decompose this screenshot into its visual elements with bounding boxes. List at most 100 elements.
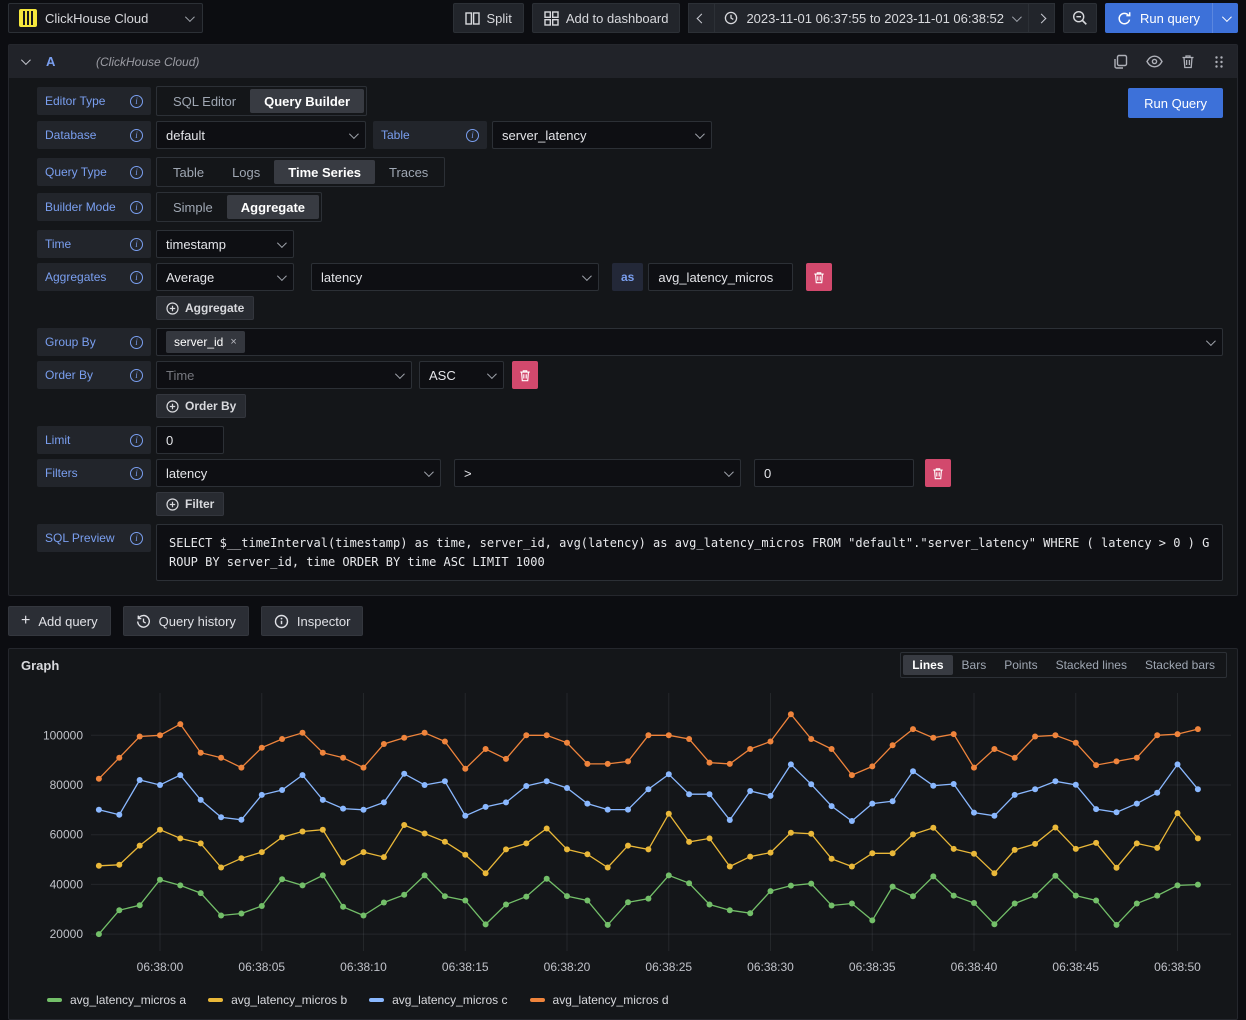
- add-aggregate-button[interactable]: Aggregate: [156, 296, 254, 320]
- order-by-direction-select[interactable]: ASC: [419, 361, 504, 389]
- info-icon[interactable]: i: [130, 336, 143, 349]
- history-icon: [136, 614, 151, 629]
- info-icon[interactable]: i: [130, 271, 143, 284]
- time-series-chart[interactable]: 2000040000600008000010000006:38:0006:38:…: [9, 681, 1237, 986]
- remove-query-button[interactable]: [1181, 54, 1195, 69]
- info-icon[interactable]: i: [466, 129, 479, 142]
- chevron-left-icon: [697, 13, 707, 23]
- add-filter-button[interactable]: Filter: [156, 492, 224, 516]
- graph-style-bars[interactable]: Bars: [953, 655, 996, 675]
- remove-aggregate-button[interactable]: [806, 263, 832, 291]
- query-type-table[interactable]: Table: [159, 160, 218, 184]
- split-button[interactable]: Split: [453, 3, 524, 33]
- table-select[interactable]: server_latency: [492, 121, 712, 149]
- drag-handle[interactable]: [1213, 55, 1225, 69]
- circle-plus-icon: [166, 400, 179, 413]
- remove-filter-button[interactable]: [925, 459, 951, 487]
- builder-mode-row: Builder Modei Simple Aggregate: [37, 192, 1223, 222]
- editor-type-query-builder[interactable]: Query Builder: [250, 89, 364, 113]
- info-icon[interactable]: i: [130, 467, 143, 480]
- query-type-traces[interactable]: Traces: [375, 160, 442, 184]
- editor-type-row: Editor Typei SQL Editor Query Builder: [37, 86, 1223, 116]
- limit-input[interactable]: [156, 426, 224, 454]
- trash-icon: [932, 467, 944, 480]
- add-order-by-button[interactable]: Order By: [156, 394, 246, 418]
- svg-text:06:38:25: 06:38:25: [645, 960, 692, 974]
- time-range-forward-button[interactable]: [1029, 3, 1055, 33]
- query-ref-id[interactable]: A: [46, 54, 86, 69]
- query-row-header[interactable]: A (ClickHouse Cloud): [9, 45, 1237, 78]
- chevron-down-icon: [277, 238, 287, 248]
- svg-text:20000: 20000: [50, 927, 84, 941]
- group-by-select[interactable]: server_id×: [156, 328, 1223, 356]
- add-to-dashboard-button[interactable]: Add to dashboard: [532, 3, 681, 33]
- svg-text:06:38:30: 06:38:30: [747, 960, 794, 974]
- info-icon[interactable]: i: [130, 166, 143, 179]
- graph-style-stacked-lines[interactable]: Stacked lines: [1047, 655, 1136, 675]
- legend-swatch: [369, 998, 384, 1002]
- query-history-button[interactable]: Query history: [123, 606, 249, 636]
- info-icon[interactable]: i: [130, 434, 143, 447]
- order-by-column-select[interactable]: Time: [156, 361, 412, 389]
- datasource-picker[interactable]: ClickHouse Cloud: [8, 3, 203, 33]
- hide-response-button[interactable]: [1146, 55, 1163, 68]
- query-type-switch: Table Logs Time Series Traces: [156, 157, 445, 187]
- info-circle-icon: [274, 614, 289, 629]
- filter-column-select[interactable]: latency: [156, 459, 441, 487]
- info-icon[interactable]: i: [130, 129, 143, 142]
- time-range-button[interactable]: 2023-11-01 06:37:55 to 2023-11-01 06:38:…: [715, 3, 1029, 33]
- chevron-down-icon: [1012, 12, 1022, 22]
- database-label: Databasei: [37, 121, 151, 149]
- run-query-button[interactable]: Run query: [1105, 3, 1212, 33]
- info-icon[interactable]: i: [130, 532, 143, 545]
- info-icon[interactable]: i: [130, 369, 143, 382]
- legend-item[interactable]: avg_latency_micros b: [208, 993, 347, 1007]
- query-type-time-series[interactable]: Time Series: [274, 160, 375, 184]
- graph-style-lines[interactable]: Lines: [903, 655, 952, 675]
- add-query-button[interactable]: +Add query: [8, 606, 111, 636]
- info-icon[interactable]: i: [130, 201, 143, 214]
- editor-type-sql-editor[interactable]: SQL Editor: [159, 89, 250, 113]
- as-keyword-chip: as: [612, 263, 643, 291]
- refresh-icon: [1117, 11, 1132, 26]
- graph-style-stacked-bars[interactable]: Stacked bars: [1136, 655, 1224, 675]
- zoom-out-button[interactable]: [1063, 3, 1097, 33]
- info-icon[interactable]: i: [130, 238, 143, 251]
- collapse-chevron-icon[interactable]: [21, 55, 31, 65]
- aggregate-function-select[interactable]: Average: [156, 263, 294, 291]
- legend-item[interactable]: avg_latency_micros a: [47, 993, 186, 1007]
- editor-type-label: Editor Typei: [37, 87, 151, 115]
- time-range-back-button[interactable]: [688, 3, 715, 33]
- chevron-down-icon: [424, 467, 434, 477]
- explore-footer: +Add query Query history Inspector: [8, 606, 1238, 636]
- limit-row: Limiti: [37, 426, 1223, 454]
- aggregate-alias-input[interactable]: [648, 263, 793, 291]
- query-header-actions: [1113, 54, 1225, 69]
- builder-mode-simple[interactable]: Simple: [159, 195, 227, 219]
- remove-order-by-button[interactable]: [512, 361, 538, 389]
- order-by-label: Order Byi: [37, 361, 151, 389]
- query-type-logs[interactable]: Logs: [218, 160, 274, 184]
- clickhouse-logo-icon: [19, 9, 37, 27]
- filter-value-input[interactable]: [754, 459, 914, 487]
- duplicate-query-button[interactable]: [1113, 54, 1128, 69]
- datasource-name: ClickHouse Cloud: [45, 11, 177, 26]
- info-icon[interactable]: i: [130, 95, 143, 108]
- filter-operator-select[interactable]: >: [454, 459, 741, 487]
- remove-tag-icon[interactable]: ×: [230, 336, 236, 348]
- inspector-button[interactable]: Inspector: [261, 606, 363, 636]
- time-label: Timei: [37, 230, 151, 258]
- run-query-panel-button[interactable]: Run Query: [1128, 88, 1223, 118]
- group-by-row: Group Byi server_id×: [37, 328, 1223, 356]
- database-select[interactable]: default: [156, 121, 366, 149]
- builder-mode-aggregate[interactable]: Aggregate: [227, 195, 319, 219]
- run-query-dropdown-button[interactable]: [1212, 3, 1238, 33]
- legend-item[interactable]: avg_latency_micros c: [369, 993, 507, 1007]
- svg-text:60000: 60000: [50, 828, 84, 842]
- time-column-select[interactable]: timestamp: [156, 230, 294, 258]
- graph-style-points[interactable]: Points: [995, 655, 1046, 675]
- aggregate-column-select[interactable]: latency: [311, 263, 599, 291]
- legend-item[interactable]: avg_latency_micros d: [530, 993, 669, 1007]
- svg-text:80000: 80000: [50, 778, 84, 792]
- eye-icon: [1146, 55, 1163, 68]
